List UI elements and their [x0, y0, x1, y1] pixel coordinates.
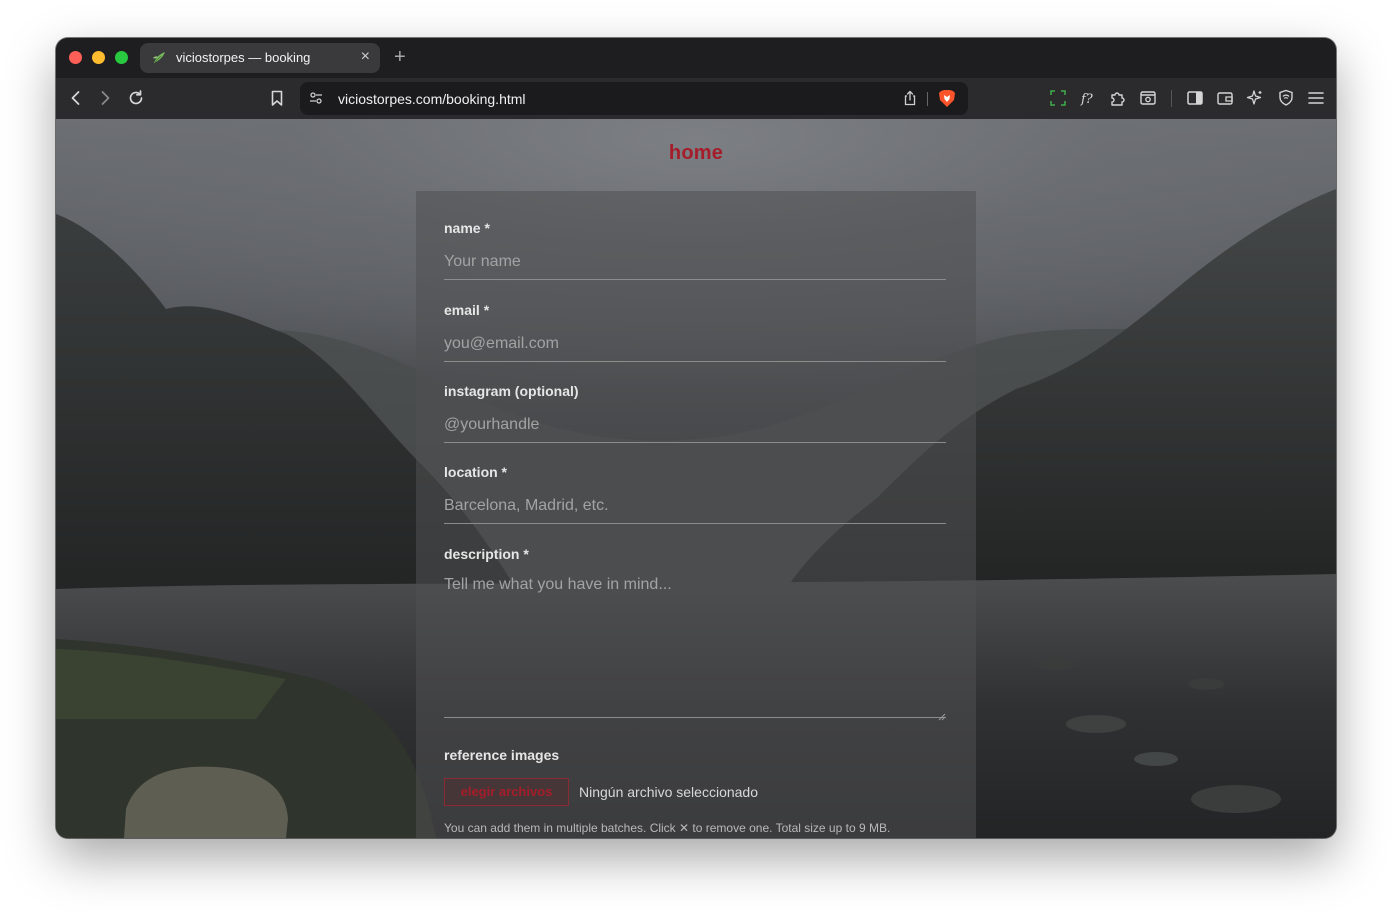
booking-form: name * email * instagram (optional) loca…: [416, 191, 976, 838]
close-window-button[interactable]: [69, 51, 82, 64]
leaf-favicon-icon: [151, 49, 167, 65]
browser-window: viciostorpes — booking × + viciostorpes.…: [56, 38, 1336, 838]
reference-images-field-group: reference images: [444, 747, 946, 763]
file-size-hint: You can add them in multiple batches. Cl…: [444, 821, 891, 835]
bookmark-icon[interactable]: [267, 88, 287, 108]
email-input[interactable]: [444, 326, 946, 362]
address-bar[interactable]: viciostorpes.com/booking.html: [300, 82, 968, 115]
url-text[interactable]: viciostorpes.com/booking.html: [338, 91, 526, 107]
tab-booking[interactable]: viciostorpes — booking ×: [140, 43, 380, 73]
tab-close-icon[interactable]: ×: [361, 48, 370, 66]
svg-text:f?: f?: [1080, 92, 1094, 107]
description-label: description *: [444, 546, 529, 562]
new-tab-button[interactable]: +: [394, 46, 406, 68]
instagram-input[interactable]: [444, 407, 946, 443]
location-label: location *: [444, 464, 508, 480]
choose-files-button[interactable]: elegir archivos: [444, 778, 569, 806]
share-icon[interactable]: [902, 90, 918, 106]
minimize-window-button[interactable]: [92, 51, 105, 64]
reference-images-label: reference images: [444, 747, 560, 763]
resize-handle-icon[interactable]: [938, 708, 946, 721]
divider: [1171, 90, 1172, 107]
browser-toolbar: viciostorpes.com/booking.html f?: [56, 78, 1336, 119]
tab-strip: viciostorpes — booking × +: [56, 38, 1336, 78]
font-icon[interactable]: f?: [1078, 88, 1098, 108]
page-content: home name * email * instagram (optional)…: [56, 119, 1336, 838]
reload-icon[interactable]: [126, 88, 146, 108]
puzzle-icon[interactable]: [1108, 88, 1128, 108]
reader-icon[interactable]: [1138, 88, 1158, 108]
instagram-label: instagram (optional): [444, 383, 579, 399]
sparkle-icon[interactable]: [1245, 88, 1265, 108]
screenshot-icon[interactable]: [1048, 88, 1068, 108]
email-field-group: email *: [444, 302, 946, 362]
home-link[interactable]: home: [56, 142, 1336, 165]
file-status-text: Ningún archivo seleccionado: [579, 784, 758, 800]
zoom-window-button[interactable]: [115, 51, 128, 64]
location-input[interactable]: [444, 488, 946, 524]
wallet-icon[interactable]: [1215, 88, 1235, 108]
chevron-left-icon[interactable]: [66, 88, 86, 108]
name-field-group: name *: [444, 220, 946, 280]
tab-title: viciostorpes — booking: [176, 50, 311, 65]
hamburger-icon[interactable]: [1306, 88, 1326, 108]
shield-icon[interactable]: [1276, 88, 1296, 108]
description-field-group: description *: [444, 546, 946, 721]
email-label: email *: [444, 302, 490, 318]
divider: [927, 92, 928, 106]
tune-icon[interactable]: [308, 90, 324, 106]
chevron-right-icon[interactable]: [95, 88, 115, 108]
name-input[interactable]: [444, 244, 946, 280]
description-textarea[interactable]: [444, 576, 946, 718]
location-field-group: location *: [444, 464, 946, 524]
name-label: name *: [444, 220, 490, 236]
instagram-field-group: instagram (optional): [444, 383, 946, 443]
sidebar-icon[interactable]: [1185, 88, 1205, 108]
brave-lion-icon[interactable]: [938, 89, 956, 108]
file-picker: elegir archivos Ningún archivo seleccion…: [444, 778, 946, 806]
